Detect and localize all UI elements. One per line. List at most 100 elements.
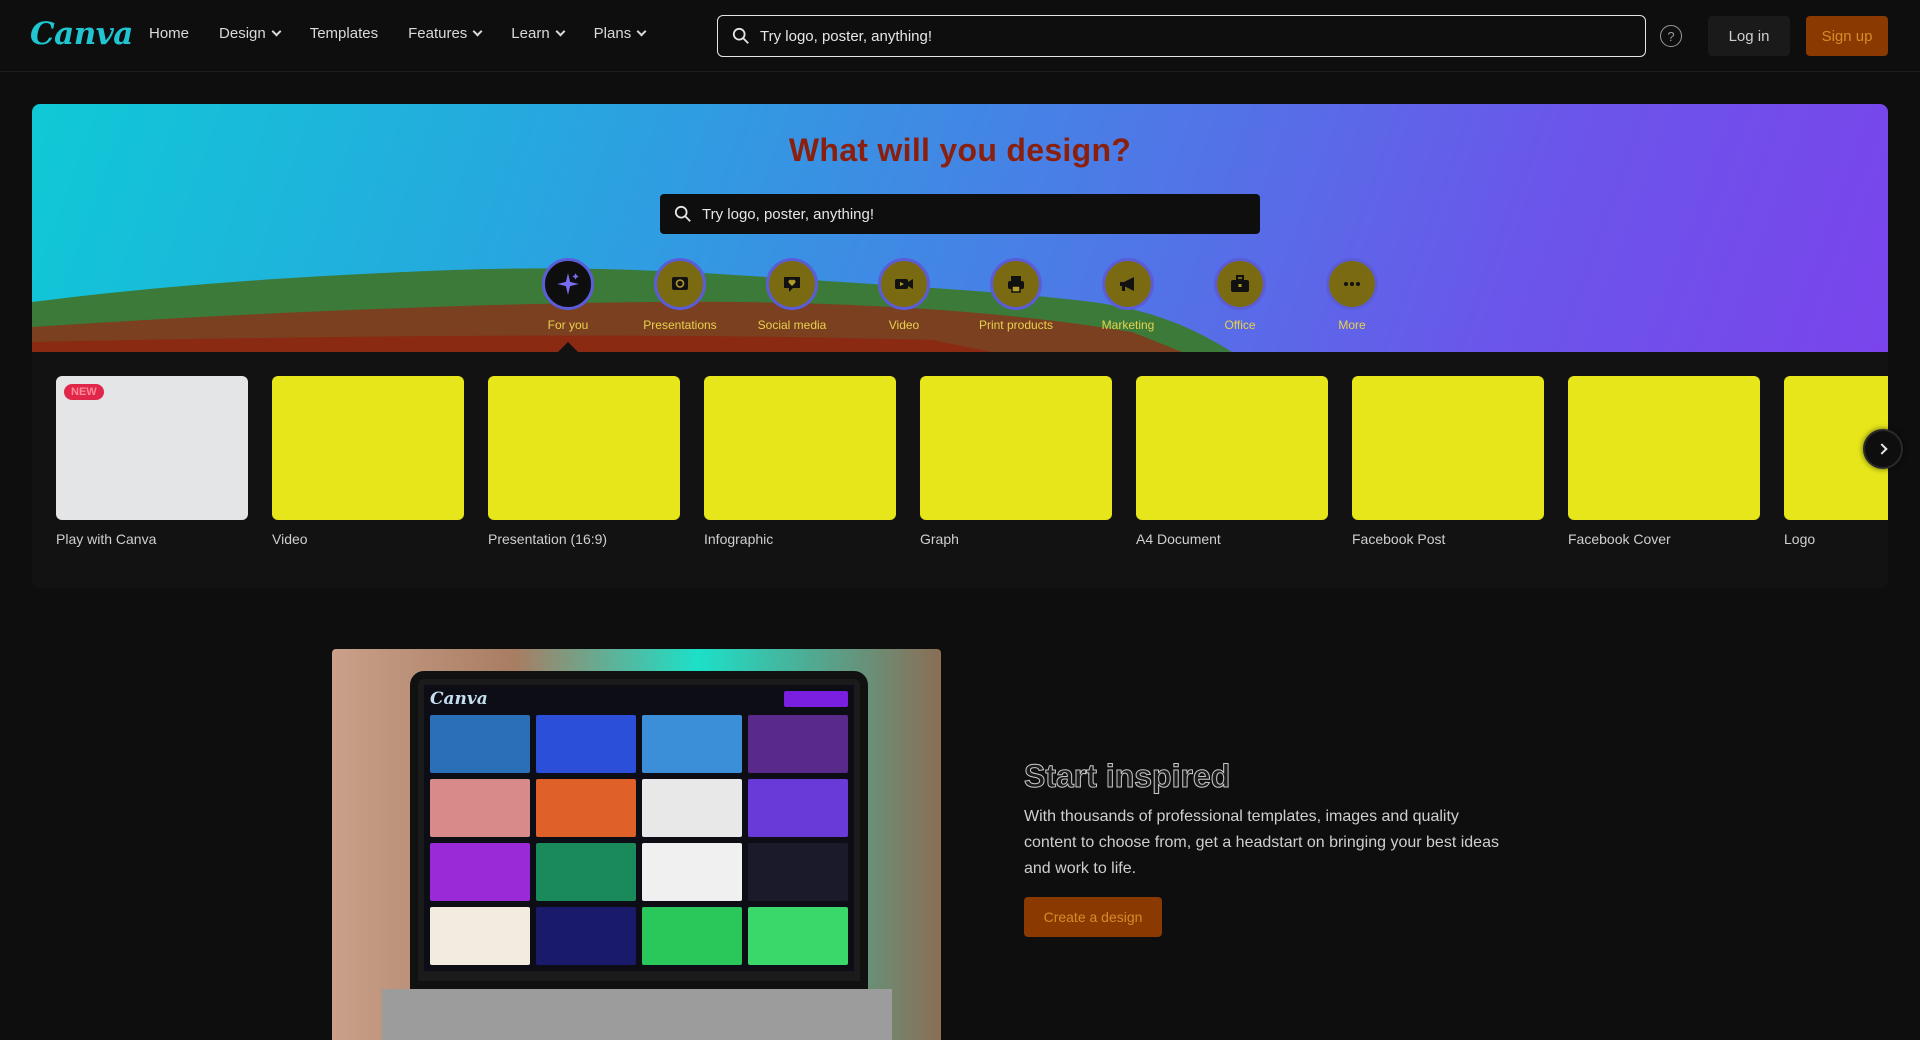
nav-design-label: Design bbox=[219, 25, 266, 42]
main-nav: Home Design Templates Features Learn Pla… bbox=[149, 25, 675, 42]
nav-features[interactable]: Features bbox=[408, 25, 483, 42]
design-type-thumbnail bbox=[704, 376, 896, 520]
chevron-down-icon bbox=[636, 26, 647, 37]
template-tile bbox=[748, 779, 848, 837]
screen-cta bbox=[784, 691, 848, 707]
chevron-down-icon bbox=[555, 26, 566, 37]
sparkle-icon bbox=[542, 258, 594, 310]
design-type-card[interactable]: Presentation (16:9) bbox=[488, 376, 680, 547]
template-tile bbox=[642, 779, 742, 837]
template-tile bbox=[430, 779, 530, 837]
design-type-card[interactable]: Facebook Post bbox=[1352, 376, 1544, 547]
tab-office[interactable]: Office bbox=[1185, 258, 1295, 332]
design-type-thumbnail bbox=[1136, 376, 1328, 520]
design-type-thumbnail bbox=[1568, 376, 1760, 520]
design-type-label: Play with Canva bbox=[56, 531, 157, 547]
more-icon bbox=[1326, 258, 1378, 310]
design-type-card[interactable]: Facebook Cover bbox=[1568, 376, 1760, 547]
search-icon bbox=[732, 27, 749, 44]
tab-more[interactable]: More bbox=[1297, 258, 1407, 332]
nav-features-label: Features bbox=[408, 25, 468, 42]
design-type-thumbnail bbox=[272, 376, 464, 520]
create-design-button[interactable]: Create a design bbox=[1024, 897, 1162, 937]
design-type-thumbnail bbox=[1352, 376, 1544, 520]
tab-video[interactable]: Video bbox=[849, 258, 959, 332]
template-tile bbox=[536, 843, 636, 901]
nav-templates[interactable]: Templates bbox=[310, 25, 378, 42]
template-tile bbox=[536, 779, 636, 837]
design-type-card[interactable]: Graph bbox=[920, 376, 1112, 547]
chevron-right-icon bbox=[1875, 443, 1888, 455]
nav-plans[interactable]: Plans bbox=[594, 25, 647, 42]
screen-content: Canva bbox=[424, 685, 854, 971]
briefcase-icon bbox=[1214, 258, 1266, 310]
presentation-icon bbox=[654, 258, 706, 310]
tab-label: Office bbox=[1224, 318, 1256, 332]
design-type-label: Facebook Cover bbox=[1568, 531, 1671, 547]
design-type-label: Logo bbox=[1784, 531, 1816, 547]
design-type-card[interactable]: A4 Document bbox=[1136, 376, 1328, 547]
template-tile bbox=[642, 907, 742, 965]
laptop-photo: Canva bbox=[332, 649, 941, 1040]
design-type-label: Graph bbox=[920, 531, 959, 547]
heart-chat-icon bbox=[766, 258, 818, 310]
nav-home[interactable]: Home bbox=[149, 25, 189, 42]
design-types-row: NEW Play with Canva Video Presentation (… bbox=[32, 352, 1888, 588]
active-tab-caret bbox=[558, 342, 578, 352]
hero-search-box[interactable] bbox=[660, 194, 1260, 234]
search-icon bbox=[674, 205, 691, 222]
tab-label: For you bbox=[547, 318, 589, 332]
laptop-keyboard bbox=[382, 989, 892, 1040]
template-tile bbox=[748, 843, 848, 901]
design-type-label: Facebook Post bbox=[1352, 531, 1446, 547]
template-tile bbox=[642, 843, 742, 901]
tab-social-media[interactable]: Social media bbox=[737, 258, 847, 332]
design-type-label: Presentation (16:9) bbox=[488, 531, 608, 547]
template-tile bbox=[430, 843, 530, 901]
design-type-label: Infographic bbox=[704, 531, 774, 547]
tab-label: Social media bbox=[757, 318, 827, 332]
video-camera-icon bbox=[878, 258, 930, 310]
login-button[interactable]: Log in bbox=[1708, 16, 1790, 56]
nav-templates-label: Templates bbox=[309, 25, 379, 42]
hero-title: What will you design? bbox=[788, 132, 1132, 168]
template-tile bbox=[430, 907, 530, 965]
template-tile bbox=[536, 715, 636, 773]
design-type-label: Video bbox=[272, 531, 308, 547]
tab-label: Presentations bbox=[643, 318, 717, 332]
tab-marketing[interactable]: Marketing bbox=[1073, 258, 1183, 332]
template-tile bbox=[748, 715, 848, 773]
nav-design[interactable]: Design bbox=[219, 25, 282, 42]
printer-icon bbox=[990, 258, 1042, 310]
canva-logo[interactable]: Canva bbox=[30, 16, 133, 52]
laptop-screen: Canva bbox=[410, 671, 868, 989]
tab-label: Marketing bbox=[1101, 318, 1155, 332]
design-type-thumbnail: NEW bbox=[56, 376, 248, 520]
hero-search-input[interactable] bbox=[702, 205, 1242, 223]
tab-print-products[interactable]: Print products bbox=[961, 258, 1071, 332]
nav-learn-label: Learn bbox=[511, 25, 550, 42]
design-type-card[interactable]: Infographic bbox=[704, 376, 896, 547]
help-icon[interactable]: ? bbox=[1660, 25, 1682, 47]
template-tile-grid bbox=[430, 715, 848, 965]
top-search-box[interactable] bbox=[717, 15, 1646, 57]
design-type-card[interactable]: NEW Play with Canva bbox=[56, 376, 248, 547]
signup-button[interactable]: Sign up bbox=[1806, 16, 1888, 56]
nav-learn[interactable]: Learn bbox=[511, 25, 566, 42]
chevron-down-icon bbox=[472, 26, 483, 37]
tab-label: More bbox=[1338, 318, 1366, 332]
tab-for-you[interactable]: For you bbox=[513, 258, 623, 332]
carousel-next-button[interactable] bbox=[1863, 429, 1903, 469]
chevron-down-icon bbox=[271, 26, 282, 37]
design-type-thumbnail bbox=[488, 376, 680, 520]
tab-label: Video bbox=[888, 318, 920, 332]
section-description: With thousands of professional templates… bbox=[1024, 808, 1499, 877]
top-navbar: Canva Home Design Templates Features Lea… bbox=[0, 0, 1920, 72]
tab-presentations[interactable]: Presentations bbox=[625, 258, 735, 332]
template-tile bbox=[748, 907, 848, 965]
hero-banner: What will you design? For you Presentati… bbox=[32, 104, 1888, 352]
new-badge: NEW bbox=[64, 384, 104, 400]
top-search-input[interactable] bbox=[760, 27, 1620, 45]
design-type-card[interactable]: Video bbox=[272, 376, 464, 547]
template-tile bbox=[642, 715, 742, 773]
